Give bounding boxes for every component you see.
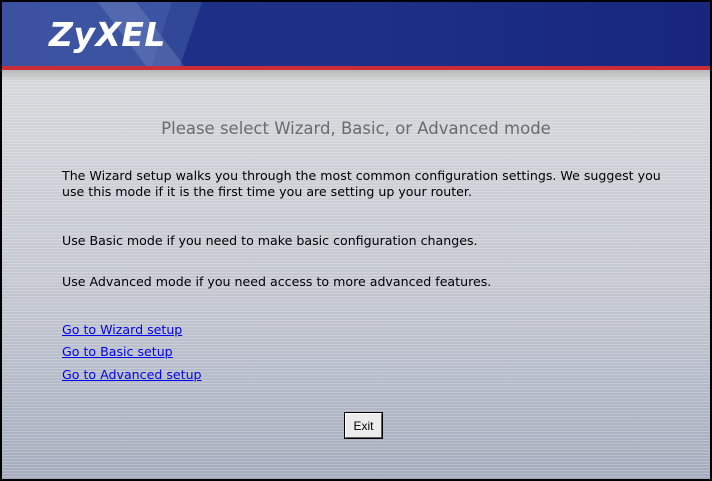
wizard-description: The Wizard setup walks you through the m… <box>62 168 661 199</box>
setup-mode-window: ZyXEL Please select Wizard, Basic, or Ad… <box>0 0 712 481</box>
basic-description: Use Basic mode if you need to make basic… <box>62 233 478 248</box>
basic-setup-link[interactable]: Go to Basic setup <box>62 344 173 360</box>
header-shadow <box>2 70 710 82</box>
exit-button[interactable]: Exit <box>344 412 383 439</box>
page-title: Please select Wizard, Basic, or Advanced… <box>161 119 551 138</box>
wizard-setup-link[interactable]: Go to Wizard setup <box>62 322 182 338</box>
header-banner: ZyXEL <box>2 2 710 66</box>
advanced-description: Use Advanced mode if you need access to … <box>62 274 492 289</box>
zyxel-logo: ZyXEL <box>49 15 166 54</box>
advanced-setup-link[interactable]: Go to Advanced setup <box>62 367 202 383</box>
